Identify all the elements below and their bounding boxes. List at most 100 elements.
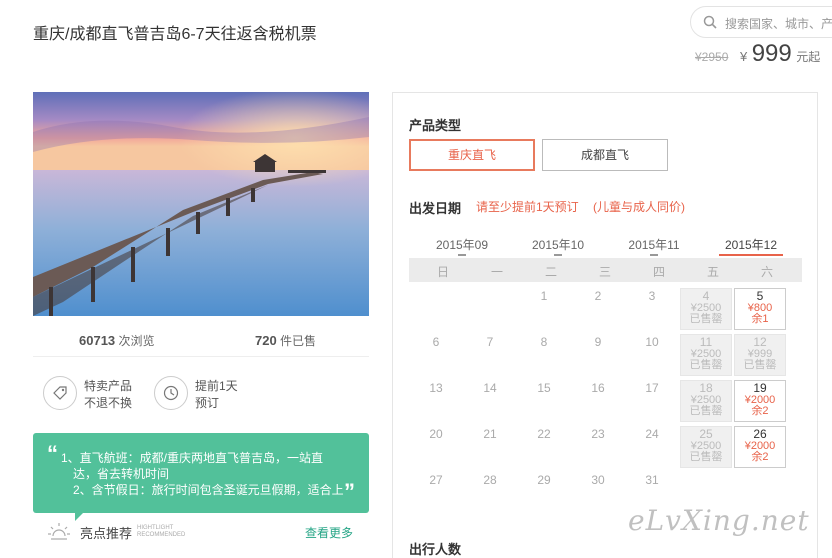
day-status: 已售罄 <box>689 359 723 371</box>
feature-line: 不退不换 <box>84 396 133 410</box>
calendar-day-cell[interactable]: 5 ¥800 余1 <box>734 288 786 330</box>
weekday-header: 日 一 二 三 四 五 六 <box>409 258 802 282</box>
calendar-day: 27 <box>429 473 443 487</box>
calendar-day: 14 <box>483 381 497 395</box>
day-status: 已售罄 <box>689 313 723 325</box>
feature-line: 特卖产品 <box>84 379 133 393</box>
calendar-day: 10 <box>645 335 659 349</box>
calendar-day-cell[interactable]: 19 ¥2000 余2 <box>734 380 786 422</box>
day-number: 26 <box>753 427 767 441</box>
highlight-line: 1、直飞航班：成都/重庆两地直飞普吉岛，一站直 <box>61 451 324 465</box>
month-tab[interactable]: 2015年10 <box>523 236 593 256</box>
highlight-line: 达，省去转机时间 <box>73 467 170 481</box>
tag-icon <box>43 376 77 410</box>
open-quote: “ <box>47 441 58 466</box>
feature-line: 提前1天 <box>195 379 238 393</box>
calendar-day: 30 <box>591 473 605 487</box>
weekday-label: 二 <box>544 265 557 279</box>
sun-icon <box>48 523 70 540</box>
calendar-day: 7 <box>486 335 494 349</box>
price-suffix: 元起 <box>796 50 821 64</box>
hero-image <box>33 92 369 316</box>
weekday-label: 六 <box>760 265 773 279</box>
divider <box>33 356 369 357</box>
recommend-bar: 亮点推荐 HIGHTLIGHT RECOMMENDED 查看更多 <box>48 520 358 544</box>
calendar-day: 22 <box>537 427 551 441</box>
calendar-day: 28 <box>483 473 497 487</box>
calendar-day: 9 <box>594 335 602 349</box>
day-status: 余2 <box>751 451 769 463</box>
selected-month-underline <box>719 254 783 256</box>
calendar-day-cell: 11 ¥2500 已售罄 <box>680 334 732 376</box>
view-more-link[interactable]: 查看更多 <box>305 524 353 541</box>
day-number: 19 <box>753 381 767 395</box>
day-number: 12 <box>753 335 767 349</box>
weekday-label: 五 <box>706 265 719 279</box>
calendar-day: 3 <box>648 289 656 303</box>
price-value: 999 <box>751 40 792 67</box>
day-status: 已售罄 <box>743 359 777 371</box>
departure-date-title: 出发日期 <box>409 201 462 216</box>
watermark: eLvXing.net <box>628 504 810 537</box>
search-box[interactable]: 搜索国家、城市、产 <box>690 6 832 38</box>
day-number: 18 <box>699 381 713 395</box>
calendar-day: 2 <box>594 289 602 303</box>
calendar-day-cell: 25 ¥2500 已售罄 <box>680 426 732 468</box>
sold-count: 720 件已售 <box>255 333 317 348</box>
clock-icon <box>154 376 188 410</box>
product-type-title: 产品类型 <box>409 118 462 133</box>
calendar-day: 15 <box>537 381 551 395</box>
day-status: 余1 <box>751 313 769 325</box>
calendar-day: 29 <box>537 473 551 487</box>
calendar-day-cell: 18 ¥2500 已售罄 <box>680 380 732 422</box>
day-number: 4 <box>702 289 710 303</box>
price-currency: ¥ <box>740 49 748 64</box>
calendar-day-cell[interactable]: 26 ¥2000 余2 <box>734 426 786 468</box>
day-number: 25 <box>699 427 713 441</box>
close-quote: ” <box>344 479 355 504</box>
current-price: ¥ 999 元起 <box>740 40 820 68</box>
weekday-label: 日 <box>436 265 449 279</box>
day-status: 已售罄 <box>689 451 723 463</box>
calendar-day: 21 <box>483 427 497 441</box>
month-tab-selected[interactable]: 2015年12 <box>716 236 786 256</box>
calendar-day: 13 <box>429 381 443 395</box>
recommend-label-en: HIGHTLIGHT RECOMMENDED <box>137 525 186 538</box>
stats-bar: 60713 次浏览 720 件已售 <box>33 330 369 356</box>
weekday-label: 三 <box>598 265 611 279</box>
month-tab[interactable]: 2015年11 <box>619 236 689 256</box>
product-type-option-chengdu[interactable]: 成都直飞 <box>542 139 668 171</box>
month-tab[interactable]: 2015年09 <box>427 236 497 256</box>
travelers-title: 出行人数 <box>409 542 462 557</box>
price-note: (儿童与成人同价) <box>593 200 685 214</box>
search-icon[interactable] <box>703 15 717 29</box>
day-number: 5 <box>756 289 764 303</box>
calendar-day: 20 <box>429 427 443 441</box>
day-status: 已售罄 <box>689 405 723 417</box>
day-number: 11 <box>699 335 713 349</box>
calendar-day: 17 <box>645 381 659 395</box>
booking-note: 请至少提前1天预订 <box>476 200 579 214</box>
calendar-day: 31 <box>645 473 659 487</box>
calendar-day-cell: 12 ¥999 已售罄 <box>734 334 786 376</box>
feature-line: 预订 <box>195 396 220 410</box>
calendar-day-cell: 4 ¥2500 已售罄 <box>680 288 732 330</box>
calendar-day: 24 <box>645 427 659 441</box>
recommend-label: 亮点推荐 <box>80 526 133 541</box>
original-price: ¥2950 <box>695 50 729 64</box>
product-type-option-chongqing[interactable]: 重庆直飞 <box>409 139 535 171</box>
highlight-line: 2、含节假日：旅行时间包含圣诞元旦假期，适合上 <box>73 483 344 497</box>
view-count: 60713 次浏览 <box>79 333 155 348</box>
calendar-day: 16 <box>591 381 605 395</box>
page-title: 重庆/成都直飞普吉岛6-7天往返含税机票 <box>33 26 317 43</box>
calendar-day: 8 <box>540 335 548 349</box>
highlight-box: “ 1、直飞航班：成都/重庆两地直飞普吉岛，一站直 达，省去转机时间 2、含节假… <box>33 433 369 513</box>
calendar-day: 1 <box>540 289 548 303</box>
weekday-label: 四 <box>652 265 665 279</box>
calendar-day: 23 <box>591 427 605 441</box>
weekday-label: 一 <box>490 265 503 279</box>
calendar-day: 6 <box>432 335 440 349</box>
search-placeholder[interactable]: 搜索国家、城市、产 <box>725 15 832 32</box>
day-status: 余2 <box>751 405 769 417</box>
booking-panel: 产品类型 重庆直飞 成都直飞 出发日期 请至少提前1天预订 (儿童与成人同价) … <box>392 92 818 558</box>
